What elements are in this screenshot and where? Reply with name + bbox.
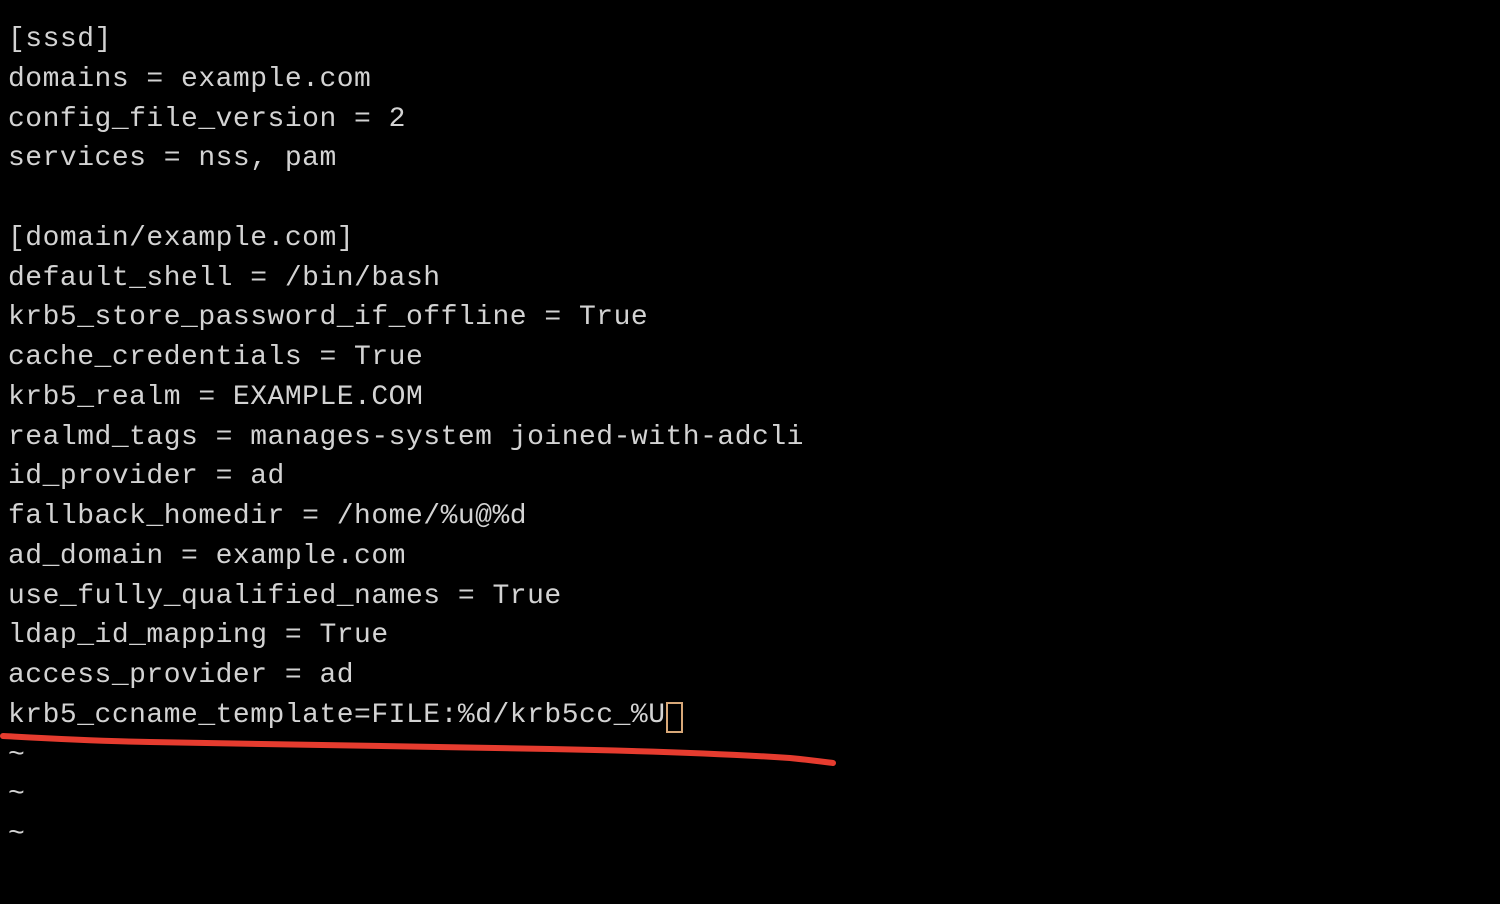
config-line[interactable]: cache_credentials = True: [8, 338, 1492, 378]
config-line[interactable]: [sssd]: [8, 20, 1492, 60]
config-line[interactable]: domains = example.com: [8, 60, 1492, 100]
config-line[interactable]: services = nss, pam: [8, 139, 1492, 179]
config-line[interactable]: krb5_realm = EXAMPLE.COM: [8, 378, 1492, 418]
terminal-editor[interactable]: [sssd]domains = example.comconfig_file_v…: [8, 20, 1492, 855]
cursor-icon: [666, 702, 683, 733]
config-line[interactable]: [8, 179, 1492, 219]
config-line[interactable]: id_provider = ad: [8, 457, 1492, 497]
config-line[interactable]: krb5_store_password_if_offline = True: [8, 298, 1492, 338]
config-line[interactable]: access_provider = ad: [8, 656, 1492, 696]
config-line-cursor[interactable]: krb5_ccname_template=FILE:%d/krb5cc_%U: [8, 696, 1492, 736]
config-line[interactable]: [domain/example.com]: [8, 219, 1492, 259]
empty-buffer-tilde: ~: [8, 815, 1492, 855]
config-line[interactable]: fallback_homedir = /home/%u@%d: [8, 497, 1492, 537]
cursor-line-text: krb5_ccname_template=FILE:%d/krb5cc_%U: [8, 700, 666, 731]
config-line[interactable]: use_fully_qualified_names = True: [8, 577, 1492, 617]
config-line[interactable]: ad_domain = example.com: [8, 537, 1492, 577]
config-line[interactable]: config_file_version = 2: [8, 100, 1492, 140]
config-line[interactable]: ldap_id_mapping = True: [8, 616, 1492, 656]
empty-buffer-tilde: ~: [8, 775, 1492, 815]
config-line[interactable]: default_shell = /bin/bash: [8, 259, 1492, 299]
config-line[interactable]: realmd_tags = manages-system joined-with…: [8, 418, 1492, 458]
empty-buffer-tilde: ~: [8, 736, 1492, 776]
